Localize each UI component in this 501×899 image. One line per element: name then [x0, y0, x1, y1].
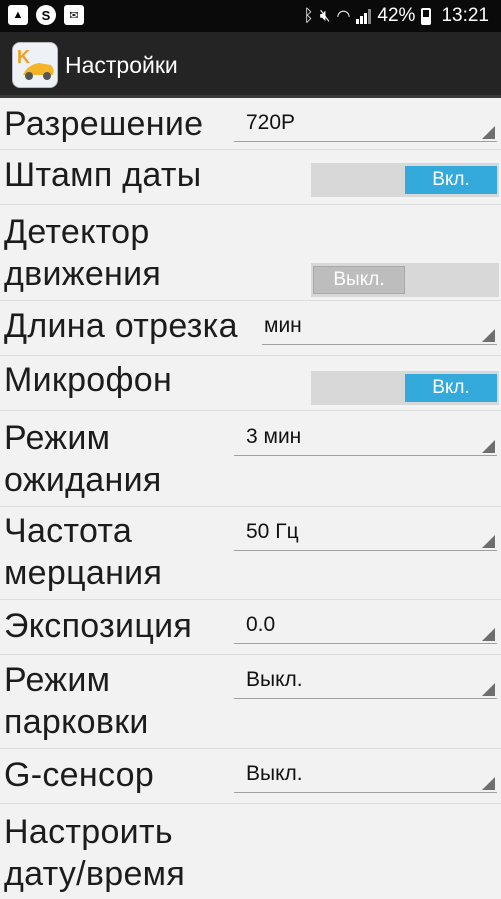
setting-label: Режим парковки [4, 661, 149, 741]
dropdown-arrow-icon [482, 628, 495, 641]
dropdown-arrow-icon [482, 683, 495, 696]
standby-mode-spinner[interactable]: 3 мин [234, 425, 497, 456]
setting-label: Настроить дату/время [4, 813, 186, 893]
setting-standby-mode: Режим ожидания 3 мин [0, 411, 501, 507]
setting-g-sensor: G-сенсор Выкл. [0, 749, 501, 804]
spinner-value: 3 мин [246, 425, 302, 448]
setting-date-time[interactable]: Настроить дату/время [0, 804, 501, 899]
notification-icons: ▲ S ✉ [8, 5, 84, 25]
exposure-spinner[interactable]: 0.0 [234, 613, 497, 644]
setting-label: Частота мерцания [4, 512, 163, 592]
battery-percent: 42% [377, 5, 416, 26]
setting-label: Разрешение [4, 105, 204, 143]
setting-date-stamp: Штамп даты Вкл. [0, 150, 501, 205]
date-stamp-toggle[interactable]: Вкл. [311, 163, 499, 197]
battery-icon [421, 7, 432, 25]
setting-label: Режим ожидания [4, 419, 162, 499]
clock: 13:21 [441, 5, 489, 26]
settings-list: Разрешение 720P Штамп даты Вкл. Детектор… [0, 98, 501, 899]
dropdown-arrow-icon [482, 329, 495, 342]
toggle-knob: Вкл. [405, 374, 497, 402]
setting-label: G-сенсор [4, 756, 155, 794]
segment-length-spinner[interactable]: мин [262, 314, 497, 345]
setting-exposure: Экспозиция 0.0 [0, 600, 501, 655]
setting-label: Микрофон [4, 361, 173, 399]
system-icons: ᛒ 🔇︎ ◠ 42% 13:21 [304, 5, 489, 27]
setting-resolution: Разрешение 720P [0, 98, 501, 150]
setting-label: Экспозиция [4, 607, 193, 645]
gallery-icon: ▲ [8, 5, 28, 25]
setting-segment-length: Длина отрезка мин [0, 301, 501, 356]
dropdown-arrow-icon [482, 777, 495, 790]
spinner-value: Выкл. [246, 762, 303, 785]
bluetooth-icon: ᛒ [303, 6, 314, 25]
spinner-value: Выкл. [246, 668, 303, 691]
flicker-frequency-spinner[interactable]: 50 Гц [234, 520, 497, 551]
setting-microphone: Микрофон Вкл. [0, 356, 501, 411]
status-bar: ▲ S ✉ ᛒ 🔇︎ ◠ 42% 13:21 [0, 0, 501, 32]
microphone-toggle[interactable]: Вкл. [311, 371, 499, 405]
setting-parking-mode: Режим парковки Выкл. [0, 655, 501, 749]
setting-label: Детектор движения [4, 213, 162, 293]
page-title: Настройки [65, 52, 178, 78]
parking-mode-spinner[interactable]: Выкл. [234, 668, 497, 699]
spinner-value: 50 Гц [246, 520, 299, 543]
spinner-value: 0.0 [246, 613, 276, 636]
dropdown-arrow-icon [482, 535, 495, 548]
svg-text:K: K [17, 47, 30, 67]
setting-label: Длина отрезка [4, 307, 238, 345]
dropdown-arrow-icon [482, 126, 495, 139]
mute-icon: 🔇︎ [319, 6, 331, 25]
skype-icon: S [36, 5, 56, 25]
resolution-spinner[interactable]: 720P [234, 111, 497, 142]
setting-motion-detector: Детектор движения Выкл. [0, 205, 501, 301]
spinner-value: мин [264, 314, 302, 337]
signal-icon [356, 8, 372, 24]
app-logo-icon: K [12, 42, 58, 88]
g-sensor-spinner[interactable]: Выкл. [234, 762, 497, 793]
setting-flicker-frequency: Частота мерцания 50 Гц [0, 507, 501, 600]
motion-detector-toggle[interactable]: Выкл. [311, 263, 499, 297]
toggle-knob: Вкл. [405, 166, 497, 194]
mail-icon: ✉ [64, 5, 84, 25]
setting-label: Штамп даты [4, 156, 202, 194]
spinner-value: 720P [246, 111, 296, 134]
toggle-knob: Выкл. [313, 266, 405, 294]
dropdown-arrow-icon [482, 440, 495, 453]
app-bar: K Настройки [0, 32, 501, 98]
wifi-icon: ◠ [336, 8, 351, 25]
